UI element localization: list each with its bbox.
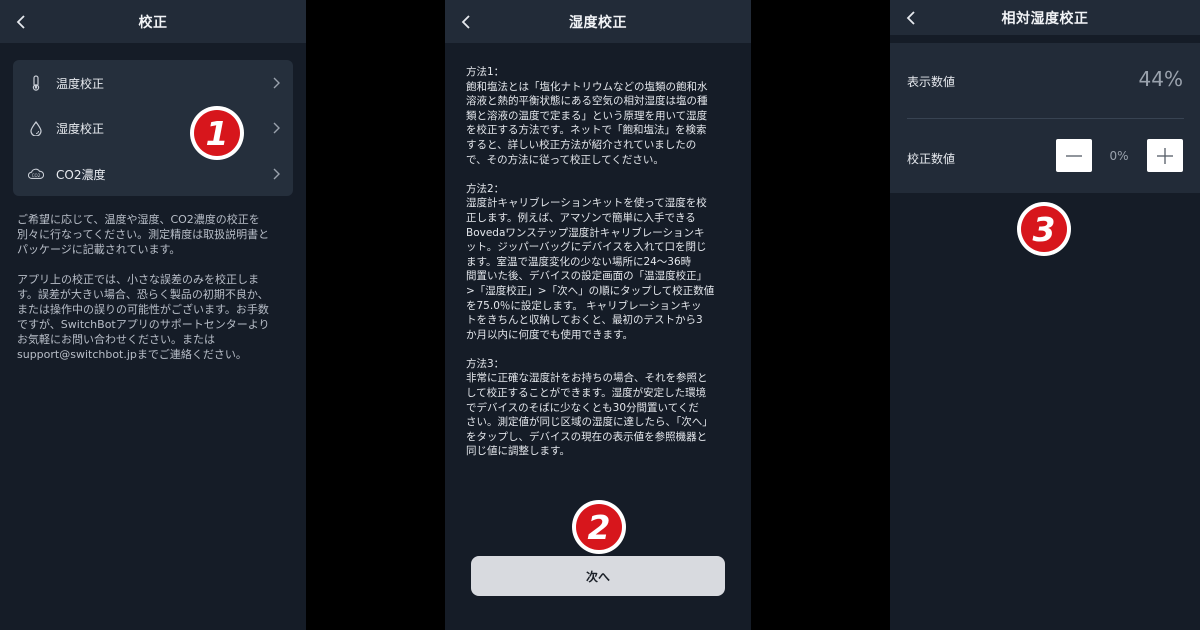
step-number: 2 [587,507,611,547]
back-arrow-icon[interactable] [14,13,28,31]
calibration-screen: 校正 温度校正 湿度校正 CO2 CO2濃度 ご希望に応じて、温度や湿度、CO2… [0,0,306,630]
calibration-info-text: ご希望に応じて、温度や湿度、CO2濃度の校正を 別々に行なってください。測定精度… [17,213,270,256]
step-number: 1 [205,113,229,153]
decrease-button[interactable] [1056,139,1092,172]
display-value: 44% [1138,67,1183,91]
step-number: 3 [1032,209,1056,249]
chevron-right-icon [272,77,280,89]
minus-icon [1066,154,1082,157]
display-value-label: 表示数値 [907,75,956,89]
relative-humidity-calibration-screen: 相対湿度校正 表示数値 44% 校正数値 0% [890,0,1200,630]
page-title: 湿度校正 [569,14,627,31]
calibration-settings-card: 表示数値 44% 校正数値 0% [890,43,1200,193]
back-arrow-icon[interactable] [904,9,918,27]
calibration-support-text: アプリ上の校正では、小さな誤差のみを校正しま す。誤差が大きい場合、恐らく製品の… [17,273,270,361]
menu-item-label: 湿度校正 [56,121,105,136]
calibration-value: 0% [1109,149,1129,163]
menu-item-humidity[interactable]: 湿度校正 [13,105,293,151]
calibration-menu-card: 温度校正 湿度校正 CO2 CO2濃度 [13,60,293,196]
method-2-text: 方法2： 湿度計キャリブレーションキットを使って湿度を校 正します。例えば、アマ… [466,182,715,341]
header-bar: 湿度校正 [445,0,751,43]
menu-item-co2[interactable]: CO2 CO2濃度 [13,151,293,197]
svg-text:CO2: CO2 [32,173,41,178]
chevron-right-icon [272,122,280,134]
menu-item-temperature[interactable]: 温度校正 [13,60,293,106]
step-badge-2: 2 [572,500,626,554]
increase-button[interactable] [1147,139,1183,172]
next-button[interactable]: 次へ [471,556,725,596]
water-drop-icon [28,120,44,136]
plus-icon [1157,147,1173,164]
back-arrow-icon[interactable] [459,13,473,31]
chevron-right-icon [272,168,280,180]
method-1-text: 方法1： 飽和塩法とは「塩化ナトリウムなどの塩類の飽和水 溶液と熱的平衡状態にあ… [466,66,708,166]
method-3-text: 方法3： 非常に正確な湿度計をお持ちの場合、それを参照と して校正することができ… [466,357,713,458]
step-badge-3: 3 [1017,202,1071,256]
page-title: 相対湿度校正 [1001,10,1089,27]
menu-item-label: CO2濃度 [56,167,106,182]
co2-cloud-icon: CO2 [28,166,44,182]
divider [907,118,1184,119]
page-title: 校正 [138,14,168,31]
header-bar: 校正 [0,0,306,43]
step-badge-1: 1 [190,106,244,160]
calibration-methods: 方法1： 飽和塩法とは「塩化ナトリウムなどの塩類の飽和水 溶液と熱的平衡状態にあ… [466,65,734,474]
menu-item-label: 温度校正 [56,76,105,91]
header-bar: 相対湿度校正 [890,0,1200,35]
calibration-value-label: 校正数値 [907,152,956,166]
thermometer-icon [28,75,44,91]
